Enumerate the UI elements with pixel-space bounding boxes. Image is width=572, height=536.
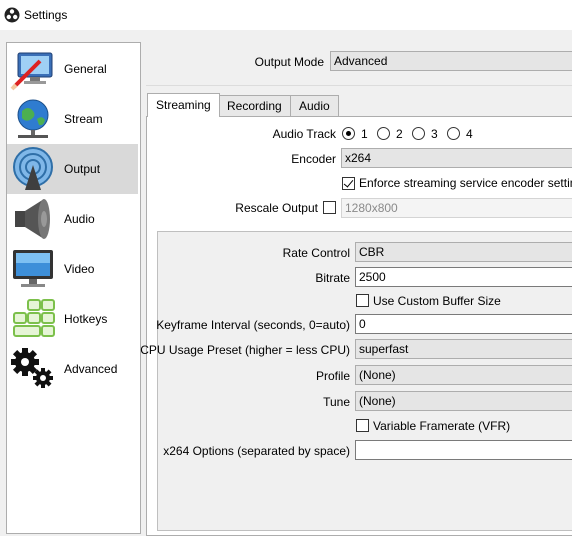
audio-track-radio-1[interactable] <box>342 127 355 140</box>
vfr-checkbox[interactable] <box>356 419 369 432</box>
sidebar-item-advanced[interactable]: Advanced <box>7 344 138 394</box>
rescale-output-checkbox[interactable] <box>323 201 336 214</box>
keyboard-keys-icon <box>13 299 55 337</box>
divider <box>146 85 572 86</box>
custom-buffer-checkbox[interactable] <box>356 294 369 307</box>
audio-track-option-label: 3 <box>431 127 438 141</box>
audio-track-option-label: 2 <box>396 127 403 141</box>
sidebar-item-audio[interactable]: Audio <box>7 194 138 244</box>
keyframe-interval-input[interactable]: 0 <box>355 314 572 334</box>
globe-network-icon <box>17 99 49 138</box>
sidebar-item-label: Video <box>64 262 95 276</box>
broadcast-icon <box>13 147 53 190</box>
vfr-label: Variable Framerate (VFR) <box>373 419 511 433</box>
encoder-select[interactable]: x264 <box>341 148 572 168</box>
sidebar-item-label: Stream <box>64 112 103 126</box>
audio-track-option-label: 1 <box>361 127 368 141</box>
sidebar-item-video[interactable]: Video <box>7 244 138 294</box>
tune-select[interactable]: (None) <box>355 391 572 411</box>
enforce-settings-checkbox[interactable] <box>342 177 355 190</box>
sidebar-item-general[interactable]: General <box>7 44 138 94</box>
settings-sidebar: General Stream Output Audio Video Hotkey… <box>6 42 141 534</box>
cpu-preset-select[interactable]: superfast <box>355 339 572 359</box>
bitrate-input[interactable]: 2500 <box>355 267 572 287</box>
encoder-label: Encoder <box>291 152 336 166</box>
audio-track-radio-3[interactable] <box>412 127 425 140</box>
rescale-output-label: Rescale Output <box>235 201 318 215</box>
monitor-pencil-icon <box>10 52 53 91</box>
gears-icon <box>11 348 53 388</box>
tune-label: Tune <box>323 395 350 409</box>
output-mode-select[interactable]: Advanced <box>330 51 572 71</box>
profile-label: Profile <box>315 369 350 383</box>
title-bar: Settings <box>0 0 572 30</box>
sidebar-item-hotkeys[interactable]: Hotkeys <box>7 294 138 344</box>
window-title: Settings <box>24 8 68 22</box>
keyframe-interval-label: Keyframe Interval (seconds, 0=auto) <box>156 318 350 332</box>
obs-logo-icon <box>4 7 20 23</box>
rescale-resolution-select[interactable]: 1280x800 <box>341 198 572 218</box>
rate-control-label: Rate Control <box>282 246 350 260</box>
enforce-settings-label: Enforce streaming service encoder settin… <box>359 176 572 190</box>
tab-recording[interactable]: Recording <box>218 95 291 116</box>
monitor-icon <box>13 250 53 287</box>
sidebar-item-stream[interactable]: Stream <box>7 94 138 144</box>
audio-track-label: Audio Track <box>272 127 336 141</box>
audio-track-radio-4[interactable] <box>447 127 460 140</box>
bitrate-label: Bitrate <box>315 271 350 285</box>
sidebar-item-label: Output <box>64 162 101 176</box>
x264-options-label: x264 Options (separated by space) <box>163 444 350 458</box>
rate-control-select[interactable]: CBR <box>355 242 572 262</box>
tab-audio[interactable]: Audio <box>290 95 339 116</box>
x264-options-input[interactable] <box>355 440 572 460</box>
speaker-icon <box>15 199 50 239</box>
sidebar-item-label: Audio <box>64 212 95 226</box>
sidebar-item-output[interactable]: Output <box>7 144 138 194</box>
sidebar-item-label: Advanced <box>64 362 118 376</box>
tab-streaming[interactable]: Streaming <box>147 93 220 117</box>
profile-select[interactable]: (None) <box>355 365 572 385</box>
cpu-preset-label: CPU Usage Preset (higher = less CPU) <box>140 343 350 357</box>
custom-buffer-label: Use Custom Buffer Size <box>373 294 501 308</box>
sidebar-item-label: General <box>64 62 107 76</box>
output-mode-label: Output Mode <box>254 55 324 69</box>
audio-track-radio-2[interactable] <box>377 127 390 140</box>
sidebar-item-label: Hotkeys <box>64 312 108 326</box>
audio-track-option-label: 4 <box>466 127 473 141</box>
